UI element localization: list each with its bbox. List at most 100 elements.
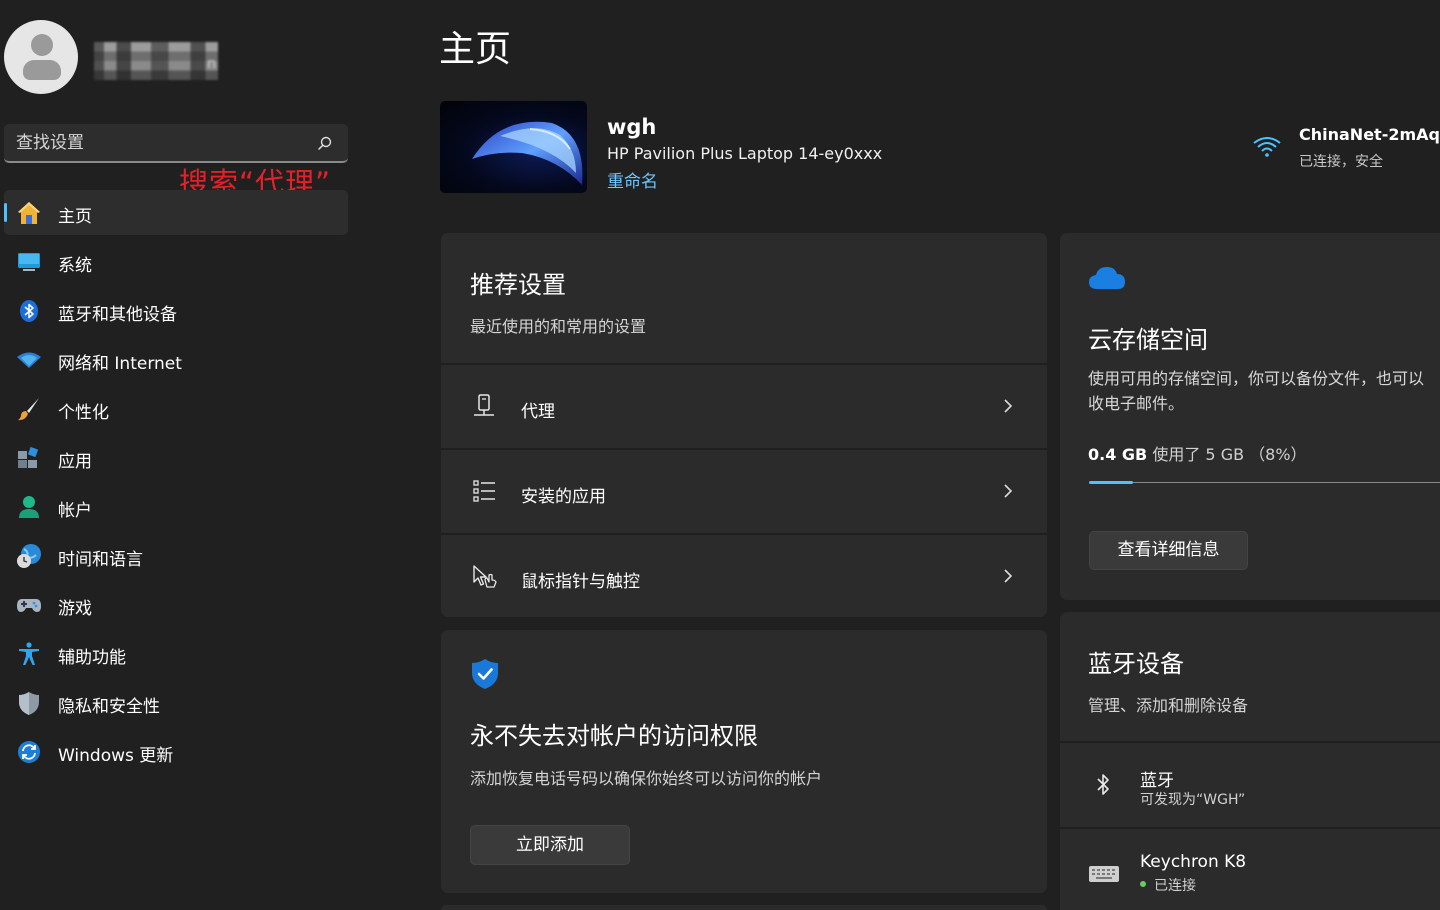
cloud-description: 使用可用的存储空间，你可以备份文件，也可以 收电子邮件。 — [1088, 366, 1440, 416]
bluetooth-icon — [20, 300, 38, 322]
sidebar-item-apps[interactable]: 应用 — [4, 435, 348, 480]
wifi-diamond-icon — [17, 352, 41, 368]
view-details-button[interactable]: 查看详细信息 — [1089, 531, 1248, 570]
storage-used-value: 0.4 GB — [1088, 445, 1148, 464]
bluetooth-card-subtitle: 管理、添加和删除设备 — [1088, 696, 1249, 715]
recommended-settings-card: 推荐设置 最近使用的和常用的设置 代理 安装的应用 鼠标指针与触控 — [441, 233, 1047, 617]
sidebar-item-windows-update[interactable]: Windows 更新 — [4, 729, 348, 774]
network-status: 已连接，安全 — [1299, 154, 1383, 170]
bluetooth-card-title: 蓝牙设备 — [1088, 650, 1184, 678]
storage-usage-text: 0.4 GB 使用了 5 GB （8%） — [1088, 441, 1307, 465]
cloud-storage-card: 云存储空间 使用可用的存储空间，你可以备份文件，也可以 收电子邮件。 0.4 G… — [1060, 233, 1440, 600]
network-name[interactable]: ChinaNet-2mAq — [1299, 125, 1440, 144]
bt-device-status: 可发现为“WGH” — [1140, 792, 1246, 808]
sidebar-item-label: 系统 — [58, 256, 92, 276]
bt-device-name: 蓝牙 — [1140, 771, 1174, 791]
home-icon — [18, 202, 40, 224]
device-wallpaper-image — [440, 101, 587, 193]
sidebar-item-label: 网络和 Internet — [58, 354, 182, 374]
bt-row-bluetooth-toggle[interactable]: 蓝牙 可发现为“WGH” — [1060, 741, 1440, 826]
chevron-right-icon — [1004, 484, 1013, 498]
page-title: 主页 — [439, 29, 512, 70]
apps-icon — [18, 446, 39, 468]
rec-row-label: 安装的应用 — [521, 487, 606, 507]
sidebar-item-bluetooth[interactable]: 蓝牙和其他设备 — [4, 288, 348, 333]
username-blurred: n — [94, 42, 218, 80]
storage-progress-track — [1089, 482, 1440, 483]
rec-row-label: 代理 — [521, 402, 555, 422]
sidebar-item-label: 主页 — [58, 207, 92, 227]
storage-used-label: 使用了 5 GB （8%） — [1152, 445, 1307, 464]
account-subtitle: 添加恢复电话号码以确保你始终可以访问你的帐户 — [470, 769, 823, 788]
rec-row-label: 鼠标指针与触控 — [521, 572, 640, 592]
bt-device-name: Keychron K8 — [1140, 852, 1247, 872]
gamepad-icon — [17, 599, 41, 612]
wifi-icon[interactable] — [1252, 134, 1282, 158]
username-text: n — [207, 56, 216, 72]
rec-row-installed-apps[interactable]: 安装的应用 — [441, 448, 1047, 531]
storage-progress-fill — [1089, 481, 1133, 484]
nav-list: 主页 系统 蓝牙和其他设备 网络和 Internet 个性化 应用 帐户 时间和… — [4, 190, 348, 778]
proxy-icon — [474, 394, 494, 416]
sidebar-item-home[interactable]: 主页 — [4, 190, 348, 235]
avatar[interactable] — [4, 20, 78, 94]
sidebar-item-system[interactable]: 系统 — [4, 239, 348, 284]
cloud-description-line1: 使用可用的存储空间，你可以备份文件，也可以 — [1088, 369, 1425, 388]
device-model: HP Pavilion Plus Laptop 14-ey0xxx — [607, 144, 883, 163]
rec-row-proxy[interactable]: 代理 — [441, 363, 1047, 446]
bt-device-status: 已连接 — [1154, 878, 1196, 894]
bt-row-keychron[interactable]: Keychron K8 已连接 — [1060, 827, 1440, 910]
search-icon[interactable] — [318, 136, 332, 150]
bluetooth-devices-card: 蓝牙设备 管理、添加和删除设备 蓝牙 可发现为“WGH” Keychron K8… — [1060, 612, 1440, 910]
search-input[interactable] — [16, 132, 296, 154]
cloud-description-line2: 收电子邮件。 — [1088, 394, 1185, 413]
next-card-edge — [441, 905, 1047, 910]
chevron-right-icon — [1004, 569, 1013, 583]
sidebar-item-personalization[interactable]: 个性化 — [4, 386, 348, 431]
sidebar-item-label: Windows 更新 — [58, 746, 174, 766]
sidebar-item-privacy[interactable]: 隐私和安全性 — [4, 680, 348, 725]
connected-dot-icon — [1140, 881, 1146, 887]
avatar-head-icon — [31, 34, 53, 56]
wallpaper-bloom-icon — [472, 121, 583, 185]
refresh-icon — [18, 741, 40, 763]
account-icon — [19, 496, 39, 518]
sidebar-item-label: 游戏 — [58, 599, 92, 619]
chevron-right-icon — [1004, 399, 1013, 413]
account-title: 永不失去对帐户的访问权限 — [470, 722, 758, 750]
add-now-button[interactable]: 立即添加 — [470, 825, 630, 865]
sidebar-item-accessibility[interactable]: 辅助功能 — [4, 631, 348, 676]
bluetooth-glyph-icon — [1097, 774, 1109, 795]
sidebar-item-label: 辅助功能 — [58, 648, 126, 668]
sidebar-item-time-language[interactable]: 时间和语言 — [4, 533, 348, 578]
rec-row-mouse-touch[interactable]: 鼠标指针与触控 — [441, 533, 1047, 616]
recommended-title: 推荐设置 — [470, 271, 566, 299]
monitor-icon — [18, 253, 40, 271]
list-icon — [473, 480, 495, 502]
avatar-body-icon — [23, 60, 61, 80]
pointer-touch-icon — [473, 565, 497, 588]
globe-clock-icon — [17, 544, 41, 568]
sidebar-item-label: 个性化 — [58, 403, 109, 423]
sidebar-item-gaming[interactable]: 游戏 — [4, 582, 348, 627]
account-recovery-card: 永不失去对帐户的访问权限 添加恢复电话号码以确保你始终可以访问你的帐户 立即添加 — [441, 630, 1047, 893]
sidebar-item-accounts[interactable]: 帐户 — [4, 484, 348, 529]
sidebar-item-label: 时间和语言 — [58, 550, 143, 570]
sidebar-item-label: 蓝牙和其他设备 — [58, 305, 177, 325]
sidebar: n 搜索“代理” 主页 系统 — [0, 0, 360, 910]
shield-icon — [19, 692, 39, 715]
cloud-icon — [1089, 267, 1125, 289]
brush-icon — [18, 398, 39, 421]
search-box[interactable] — [4, 124, 348, 163]
keyboard-icon — [1089, 866, 1119, 882]
accessibility-icon — [19, 642, 39, 665]
sidebar-item-label: 隐私和安全性 — [58, 697, 160, 717]
shield-check-icon — [472, 659, 498, 689]
device-name: wgh — [607, 115, 657, 139]
cloud-title: 云存储空间 — [1088, 326, 1208, 354]
recommended-subtitle: 最近使用的和常用的设置 — [470, 317, 647, 336]
sidebar-item-network[interactable]: 网络和 Internet — [4, 337, 348, 382]
rename-link[interactable]: 重命名 — [607, 167, 658, 192]
sidebar-item-label: 帐户 — [58, 501, 92, 521]
sidebar-item-label: 应用 — [58, 452, 92, 472]
